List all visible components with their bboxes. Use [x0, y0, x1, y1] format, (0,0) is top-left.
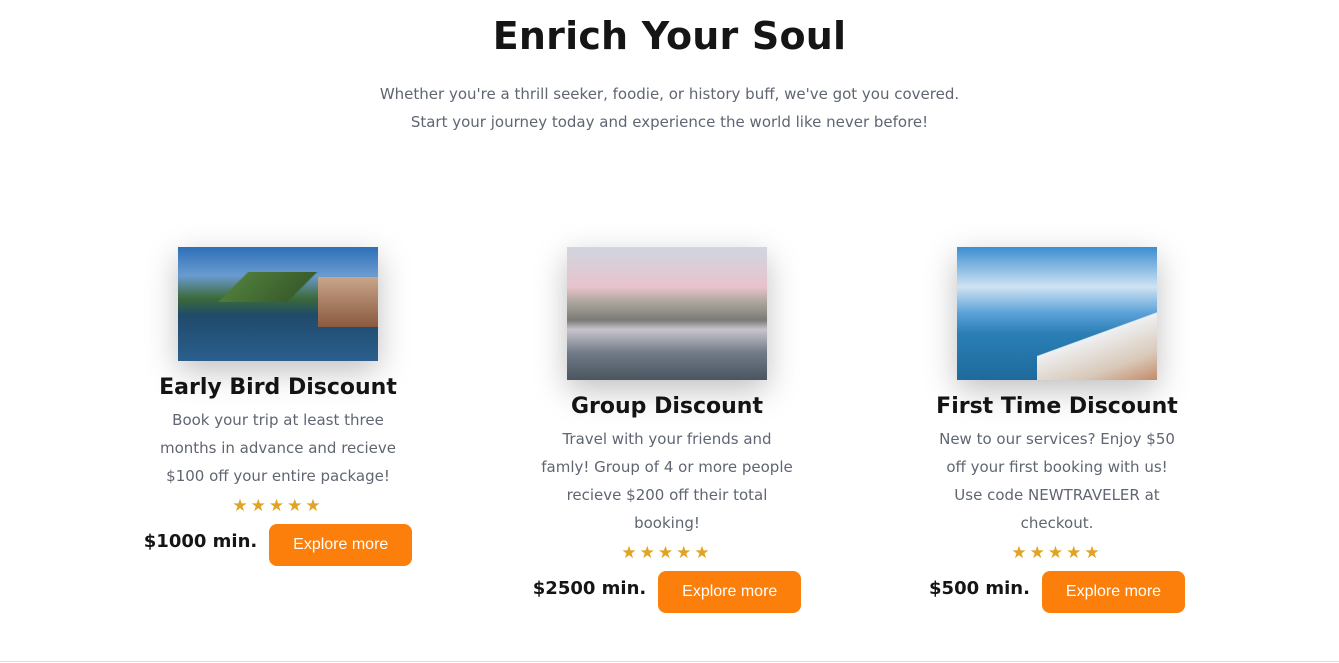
card-price: $1000 min.: [143, 530, 258, 552]
page-subtitle: Whether you're a thrill seeker, foodie, …: [0, 80, 1339, 136]
subtitle-line: Whether you're a thrill seeker, foodie, …: [379, 85, 960, 103]
explore-more-button[interactable]: Explore more: [1041, 571, 1185, 613]
card-price: $500 min.: [929, 577, 1030, 599]
card-first-time: First Time Discount New to our services?…: [902, 247, 1212, 613]
card-image-coastal-town: [957, 247, 1157, 380]
card-description: Book your trip at least three months in …: [159, 411, 397, 485]
page-title: Enrich Your Soul: [492, 14, 847, 58]
card-image-city-reflection: [567, 247, 767, 380]
card-title: Group Discount: [571, 394, 763, 419]
card-description: Travel with your friends and famly! Grou…: [541, 430, 793, 532]
explore-more-button[interactable]: Explore more: [269, 524, 413, 566]
section-divider: [0, 661, 1339, 662]
card-price: $2500 min.: [532, 577, 647, 599]
explore-more-button[interactable]: Explore more: [658, 571, 802, 613]
card-image-lake-village: [178, 247, 378, 361]
card-title: Early Bird Discount: [159, 375, 397, 400]
star-rating: ★★★★★: [621, 543, 713, 563]
card-title: First Time Discount: [936, 394, 1178, 419]
card-description: New to our services? Enjoy $50 off your …: [939, 430, 1175, 532]
card-early-bird: Early Bird Discount Book your trip at le…: [123, 247, 433, 566]
card-group: Group Discount Travel with your friends …: [512, 247, 822, 613]
star-rating: ★★★★★: [1011, 543, 1103, 563]
subtitle-line: Start your journey today and experience …: [410, 113, 929, 131]
star-rating: ★★★★★: [232, 496, 324, 516]
